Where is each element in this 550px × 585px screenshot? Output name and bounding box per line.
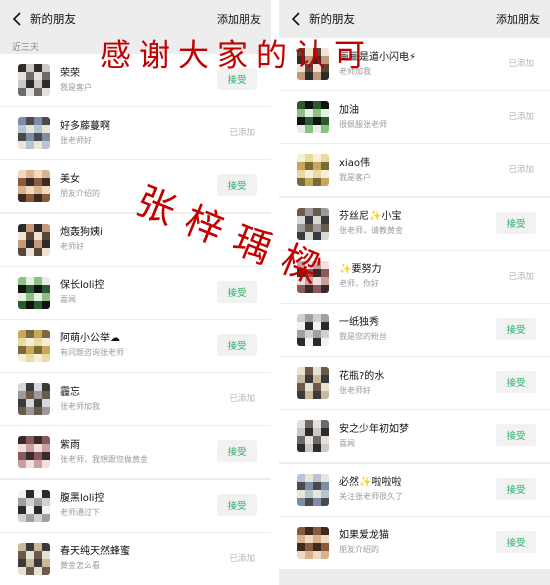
avatar[interactable] — [297, 420, 329, 453]
avatar[interactable] — [18, 329, 50, 362]
avatar[interactable] — [297, 207, 329, 240]
accept-button[interactable]: 接受 — [496, 424, 536, 447]
add-friend-link[interactable]: 添加朋友 — [217, 11, 261, 27]
friend-request-row[interactable]: 好多藤蔓啊 张老师好 已添加 — [0, 107, 271, 160]
avatar[interactable] — [297, 313, 329, 346]
accept-button[interactable]: 接受 — [496, 530, 536, 553]
avatar[interactable] — [297, 526, 329, 559]
added-status: 已添加 — [508, 112, 534, 123]
chevron-left-icon[interactable] — [8, 9, 24, 29]
friend-name: 炮轰狗姨i — [60, 227, 103, 239]
accept-button[interactable]: 接受 — [496, 371, 536, 394]
avatar[interactable] — [18, 542, 50, 575]
friend-request-row[interactable]: 如果爱龙猫 朋友介绍的 接受 — [279, 516, 550, 569]
friend-request-row[interactable]: 保长loli控 喜闻 接受 — [0, 266, 271, 319]
added-status: 已添加 — [508, 165, 534, 176]
accept-button[interactable]: 接受 — [496, 211, 536, 234]
chevron-left-icon[interactable] — [287, 9, 303, 29]
avatar[interactable] — [18, 170, 50, 203]
friend-request-row[interactable]: 阿萌小公举☁ 有问题咨询张老师 接受 — [0, 319, 271, 372]
avatar[interactable] — [297, 260, 329, 293]
avatar[interactable] — [18, 117, 50, 150]
accept-button[interactable]: 接受 — [217, 174, 257, 197]
avatar[interactable] — [297, 48, 329, 80]
page-title: 新的朋友 — [30, 12, 76, 26]
added-status: 已添加 — [229, 128, 255, 139]
friend-request-row[interactable]: 加油 很佩服张老师 已添加 — [279, 91, 550, 144]
friend-request-row[interactable]: 春天纯天然蜂蜜 黄金怎么看 已添加 — [0, 532, 271, 585]
friend-request-row[interactable]: 炮轰狗姨i 老师好 — [0, 213, 271, 266]
friend-request-row[interactable]: 安之少年初如梦 喜闻 接受 — [279, 410, 550, 463]
avatar[interactable] — [18, 64, 50, 96]
avatar[interactable] — [297, 473, 329, 506]
accept-button[interactable]: 接受 — [217, 68, 257, 90]
added-status: 已添加 — [229, 394, 255, 405]
add-friend-link[interactable]: 添加朋友 — [496, 11, 540, 27]
accept-button[interactable]: 接受 — [217, 440, 257, 463]
friend-request-row[interactable]: 画画是道小闪电⚡ 老师加我 已添加 — [279, 38, 550, 90]
header: 新的朋友 添加朋友 — [279, 0, 550, 38]
avatar[interactable] — [18, 223, 50, 256]
accept-button[interactable]: 接受 — [217, 333, 257, 356]
section-label: 近三天 — [12, 43, 40, 53]
friend-request-row[interactable]: 紫雨 张老师，我想跟您做黄金 接受 — [0, 426, 271, 479]
friend-request-texts: 炮轰狗姨i 老师好 — [60, 226, 271, 253]
accept-button[interactable]: 接受 — [217, 280, 257, 303]
accept-button[interactable]: 接受 — [217, 493, 257, 516]
friend-request-row[interactable]: xiao伟 我是客户 已添加 — [279, 144, 550, 197]
avatar[interactable] — [297, 154, 329, 187]
friend-request-row[interactable]: 美女 朋友介绍的 接受 — [0, 160, 271, 213]
avatar[interactable] — [18, 276, 50, 309]
friend-request-row[interactable]: 花瓶?的水 张老师好 接受 — [279, 357, 550, 410]
friend-request-list: 画画是道小闪电⚡ 老师加我 已添加 加油 很佩服张老师 已添加 xiao伟 我是客户 已添加 芬丝… — [279, 38, 550, 570]
added-status: 已添加 — [229, 553, 255, 564]
friend-request-message: 老师好 — [60, 242, 84, 252]
page-title: 新的朋友 — [309, 12, 355, 26]
header: 新的朋友 添加朋友 — [0, 0, 271, 38]
friend-request-row[interactable]: 芬丝尼✨小宝 张老师，请教黄金 接受 — [279, 197, 550, 250]
friend-request-row[interactable]: ✨要努力 老师，你好 已添加 — [279, 250, 550, 303]
avatar[interactable] — [18, 436, 50, 469]
added-status: 已添加 — [508, 59, 534, 69]
avatar[interactable] — [297, 101, 329, 134]
left-new-friends-panel: 新的朋友 添加朋友 近三天 荣荣 我是客户 接受 好多藤蔓啊 张老师好 已添加 美女 朋友介绍… — [0, 0, 271, 585]
added-status: 已添加 — [508, 271, 534, 282]
right-new-friends-panel: 新的朋友 添加朋友 画画是道小闪电⚡ 老师加我 已添加 加油 很佩服张老师 已添加 xiao… — [279, 0, 550, 585]
friend-request-row[interactable]: 必然✨啦啦啦 关注张老师很久了 接受 — [279, 463, 550, 516]
friend-request-row[interactable]: 荣荣 我是客户 接受 — [0, 54, 271, 106]
avatar[interactable] — [18, 489, 50, 522]
friend-request-row[interactable]: 腹黑loli控 老师通过下 接受 — [0, 479, 271, 532]
friend-request-row[interactable]: 霾忘 张老师加我 已添加 — [0, 373, 271, 426]
avatar[interactable] — [18, 383, 50, 416]
friend-request-row[interactable]: 一纸独秀 我是您的粉丝 接受 — [279, 303, 550, 356]
avatar[interactable] — [297, 367, 329, 400]
accept-button[interactable]: 接受 — [496, 477, 536, 500]
divider — [271, 0, 279, 585]
accept-button[interactable]: 接受 — [496, 317, 536, 340]
friend-request-list: 荣荣 我是客户 接受 好多藤蔓啊 张老师好 已添加 美女 朋友介绍的 接受炮轰狗姨i 老师好保长l… — [0, 54, 271, 585]
